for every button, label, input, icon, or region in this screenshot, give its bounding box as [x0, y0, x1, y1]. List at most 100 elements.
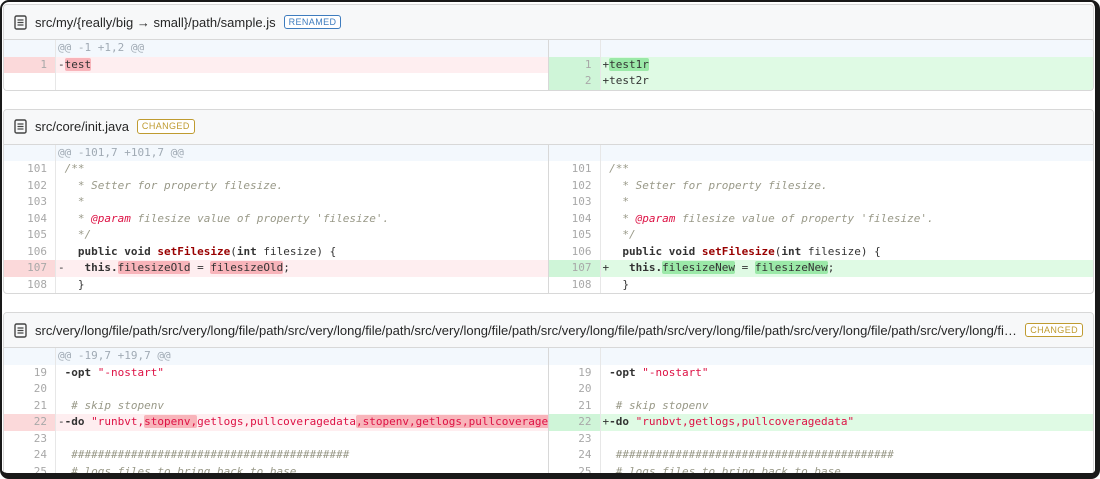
code-line: - this.filesizeOld = filesizeOld;: [56, 260, 548, 277]
hunk-row: [548, 40, 1094, 57]
line-number[interactable]: 23: [549, 430, 601, 447]
code-token: /**: [609, 162, 629, 175]
line-number[interactable]: 24: [4, 447, 56, 464]
code-token: /**: [64, 162, 85, 175]
file-header[interactable]: src/very/long/file/path/src/very/long/fi…: [4, 313, 1093, 348]
diff-row: 2 +test2r: [548, 73, 1093, 90]
word-diff-highlight: test1r: [609, 57, 649, 71]
code-line: * @param filesize value of property 'fil…: [56, 211, 548, 228]
diff-row: 105 */: [4, 227, 548, 244]
line-number[interactable]: 102: [549, 177, 601, 194]
code-token: */: [609, 228, 636, 241]
hunk-header: @@ -101,7 +101,7 @@: [58, 145, 184, 159]
word-diff-highlight: stopenv,: [144, 415, 198, 428]
code-line: */: [56, 227, 548, 244]
diff-row: 24 #####################################…: [4, 447, 548, 464]
code-line: */: [601, 227, 1094, 244]
code-line: # skip stopenv: [56, 398, 548, 415]
code-line: }: [601, 277, 1094, 294]
line-number[interactable]: 104: [4, 210, 56, 227]
line-number[interactable]: 21: [549, 397, 601, 414]
code-token: -: [58, 261, 65, 274]
diff-row: 102 * Setter for property filesize.: [4, 177, 548, 194]
hunk-header: [601, 40, 1094, 57]
diff-row: 101 /**: [4, 161, 548, 178]
code-token: @param: [635, 211, 676, 225]
line-number[interactable]: 107: [548, 260, 601, 277]
diff-row: 1 +test1r: [548, 56, 1094, 74]
file-icon: [14, 14, 27, 30]
diff-row: 22 +-do "runbvt,getlogs,pullcoveragedata": [548, 414, 1093, 431]
line-number[interactable]: 23: [4, 430, 56, 447]
hunk-header: [601, 145, 1094, 162]
code-line: -test: [56, 57, 548, 74]
line-number[interactable]: 106: [4, 243, 56, 260]
file-header[interactable]: src/my/{really/big → small}/path/sample.…: [4, 5, 1093, 40]
word-diff-highlight: filesizeNew: [754, 261, 828, 274]
diff-row: 106 public void setFilesize(int filesize…: [549, 243, 1094, 260]
code-line: /**: [56, 161, 548, 178]
line-number[interactable]: 19: [549, 364, 601, 381]
code-line: # skip stopenv: [601, 398, 1094, 415]
code-token: (: [230, 244, 237, 258]
diff-row: 101 /**: [549, 161, 1094, 178]
line-number[interactable]: 20: [549, 381, 601, 398]
line-number[interactable]: 107: [4, 260, 56, 277]
code-token: -do: [64, 415, 85, 428]
code-token: }: [602, 277, 629, 291]
diff-row: 19 -opt "-nostart": [549, 364, 1094, 382]
line-number[interactable]: 106: [549, 243, 601, 260]
line-number[interactable]: 108: [4, 276, 56, 293]
code-line: +test1r: [601, 57, 1094, 74]
line-number[interactable]: 24: [549, 447, 601, 464]
line-number[interactable]: 105: [549, 227, 601, 244]
file-header[interactable]: src/core/init.java CHANGED: [4, 109, 1093, 145]
line-number: [548, 144, 601, 161]
line-number[interactable]: 103: [549, 194, 601, 211]
line-number[interactable]: 103: [4, 194, 56, 211]
code-line: -opt "-nostart": [601, 365, 1094, 382]
line-number[interactable]: 19: [4, 364, 56, 381]
file-diff-card: src/core/init.java CHANGED @@ -101,7 +10…: [3, 108, 1094, 294]
line-number[interactable]: 101: [549, 161, 601, 178]
line-number[interactable]: 22: [548, 414, 601, 431]
diff-pane-left: @@ -1 +1,2 @@ 1 -test: [4, 40, 549, 90]
code-token: # skip stopenv: [64, 398, 164, 412]
code-token: *: [64, 195, 85, 208]
word-diff-highlight: filesizeOld: [117, 261, 191, 274]
code-token: # logs files to bring back to base: [609, 464, 841, 478]
line-number[interactable]: 102: [4, 177, 56, 194]
diff-row: 1 -test: [4, 56, 548, 74]
line-number[interactable]: 1: [548, 56, 601, 73]
line-number[interactable]: 1: [4, 56, 56, 73]
line-number[interactable]: 108: [549, 276, 601, 293]
hunk-header: @@ -1 +1,2 @@: [58, 41, 145, 54]
line-number[interactable]: 22: [4, 414, 56, 431]
diff-row: [4, 73, 548, 90]
line-number[interactable]: 101: [4, 161, 56, 178]
code-token: ########################################…: [64, 448, 350, 461]
line-number[interactable]: 21: [4, 397, 56, 414]
code-token: ;: [283, 261, 290, 274]
code-token: @param: [91, 211, 131, 225]
line-number[interactable]: 2: [548, 73, 601, 90]
word-diff-highlight: filesizeOld: [210, 261, 284, 274]
code-token: -opt: [609, 365, 636, 379]
code-line: public void setFilesize(int filesize) {: [56, 244, 548, 261]
code-token: ;: [827, 261, 835, 274]
line-number[interactable]: 25: [4, 463, 56, 473]
diff-row: 19 -opt "-nostart": [4, 364, 548, 381]
file-diff-card: src/very/long/file/path/src/very/long/fi…: [3, 312, 1094, 478]
line-number[interactable]: 20: [4, 381, 56, 398]
line-number[interactable]: 25: [549, 463, 601, 473]
line-number[interactable]: 104: [549, 210, 601, 227]
diff-row: 22 --do "runbvt,stopenv,getlogs,pullcover…: [4, 414, 548, 431]
line-number[interactable]: 105: [4, 227, 56, 244]
